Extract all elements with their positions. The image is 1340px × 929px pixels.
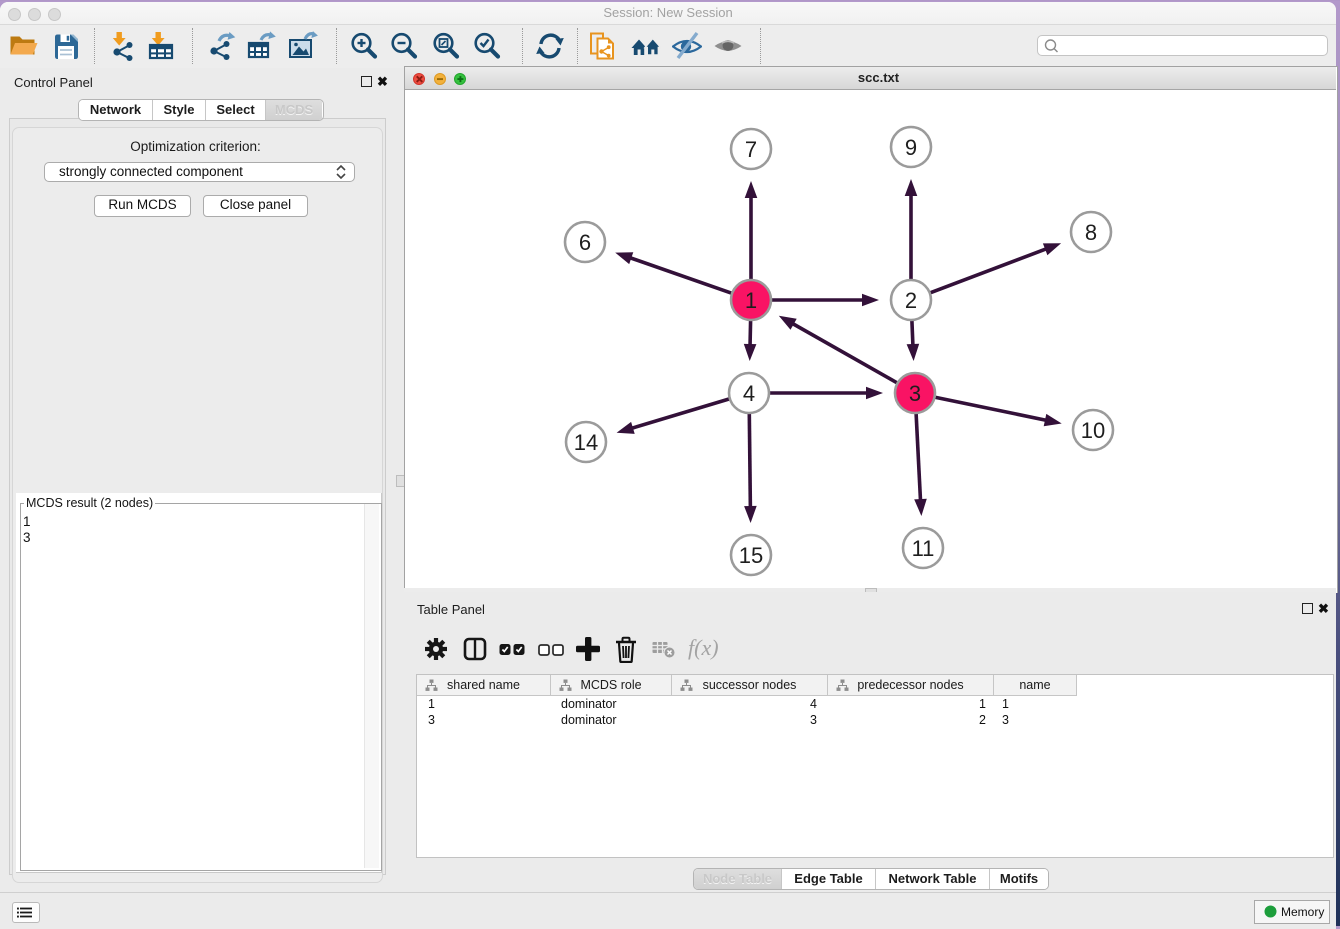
svg-text:10: 10	[1081, 418, 1105, 443]
svg-text:2: 2	[905, 288, 917, 313]
svg-text:4: 4	[743, 381, 755, 406]
svg-text:6: 6	[579, 230, 591, 255]
svg-text:14: 14	[574, 430, 598, 455]
svg-text:1: 1	[745, 288, 757, 313]
svg-text:7: 7	[745, 137, 757, 162]
svg-text:9: 9	[905, 135, 917, 160]
svg-text:11: 11	[912, 536, 935, 561]
svg-text:8: 8	[1085, 220, 1097, 245]
svg-text:3: 3	[909, 381, 921, 406]
svg-text:15: 15	[739, 543, 763, 568]
